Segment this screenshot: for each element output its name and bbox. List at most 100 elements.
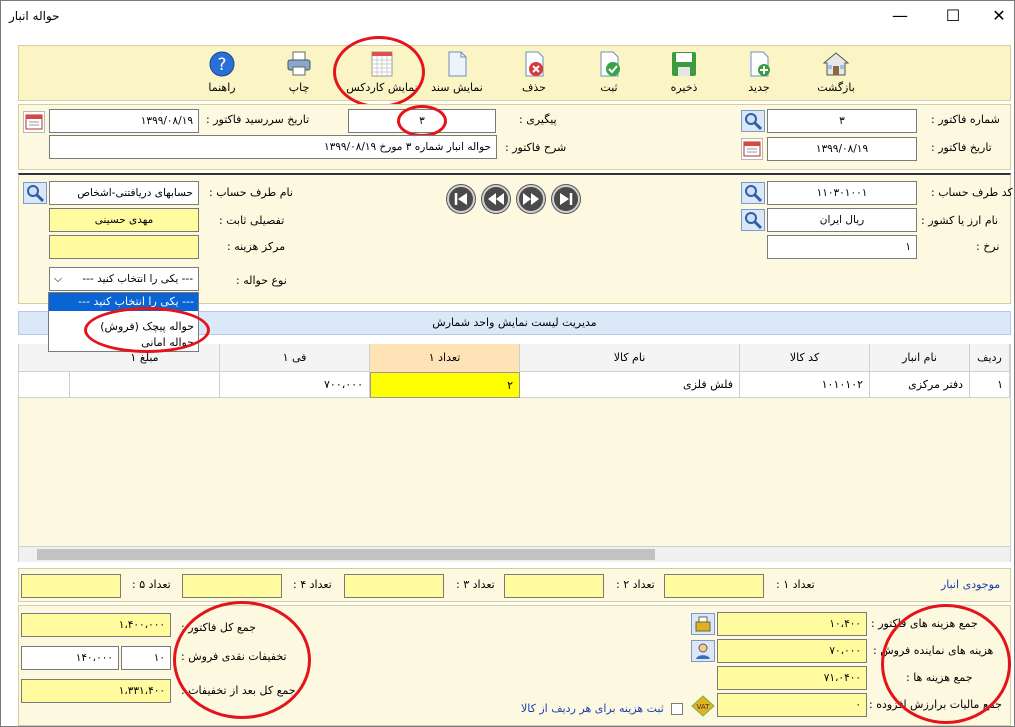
last-record-button[interactable] xyxy=(552,185,580,213)
check-document-icon xyxy=(600,51,620,77)
floppy-disk-icon xyxy=(672,52,696,76)
due-date-field[interactable]: ۱۳۹۹/۰۸/۱۹ xyxy=(49,109,199,133)
vat-field[interactable]: ۰ xyxy=(717,693,867,717)
item-name-cell[interactable]: فلش فلزی xyxy=(520,372,740,398)
unit-price-cell[interactable]: ۷۰۰،۰۰۰ xyxy=(220,372,370,398)
svg-text:?: ? xyxy=(217,55,226,75)
invoice-costs-field[interactable]: ۱۰،۴۰۰ xyxy=(717,612,867,636)
first-record-button[interactable] xyxy=(447,185,475,213)
detail-field[interactable]: مهدی حسینی xyxy=(49,208,199,232)
discount-percent-field[interactable]: ۱۰ xyxy=(121,646,171,670)
search-icon xyxy=(745,212,763,230)
row-number-cell[interactable]: ۱ xyxy=(970,372,1010,398)
scrollbar-thumb[interactable] xyxy=(37,549,655,560)
rate-field[interactable]: ۱ xyxy=(767,235,917,259)
help-label: راهنما xyxy=(208,81,236,94)
discount-amount-field[interactable]: ۱۴۰،۰۰۰ xyxy=(21,646,119,670)
register-button[interactable]: ثبت xyxy=(584,48,634,98)
annotation-circle xyxy=(881,604,1011,724)
warehouse-cell[interactable]: دفتر مرکزی xyxy=(870,372,970,398)
invoice-date-field[interactable]: ۱۳۹۹/۰۸/۱۹ xyxy=(767,137,917,161)
search-icon xyxy=(745,185,763,203)
party-code-label: کد طرف حساب : xyxy=(931,186,1013,199)
calendar-icon xyxy=(743,141,761,157)
search-button[interactable] xyxy=(741,209,765,231)
toolbar: بازگشت جدید ذخیره ثبت حذف نمایش سند نمای… xyxy=(18,45,1011,101)
cost-center-field[interactable] xyxy=(49,235,199,259)
svg-text:VAT: VAT xyxy=(697,703,711,711)
total-costs-field[interactable]: ۷۱،۰۴۰۰ xyxy=(717,666,867,690)
column-header[interactable]: کد کالا xyxy=(740,344,870,372)
agent-costs-field[interactable]: ۷۰،۰۰۰ xyxy=(717,639,867,663)
vat-button[interactable]: VAT xyxy=(691,695,715,717)
party-name-field[interactable]: حسابهای دریافتنی-اشخاص xyxy=(49,181,199,205)
annotation-circle xyxy=(84,307,210,353)
help-icon: ? xyxy=(209,51,235,77)
quantity-cell[interactable]: ۲ xyxy=(370,372,520,398)
invoice-no-field[interactable]: ۳ xyxy=(767,109,917,133)
delete-label: حذف xyxy=(522,81,546,94)
agent-button[interactable] xyxy=(691,640,715,662)
first-icon xyxy=(454,193,467,205)
new-button[interactable]: جدید xyxy=(734,48,784,98)
last-icon xyxy=(560,193,573,205)
cost-center-label: مرکز هزینه : xyxy=(227,240,286,253)
close-button[interactable]: ✕ xyxy=(976,1,1014,31)
extra-cell[interactable] xyxy=(19,372,70,398)
search-button[interactable] xyxy=(741,110,765,132)
save-button[interactable]: ذخیره xyxy=(659,48,709,98)
print-label: چاپ xyxy=(288,81,310,94)
home-icon xyxy=(822,52,850,76)
printer-icon xyxy=(287,51,311,76)
column-header[interactable]: نام کالا xyxy=(520,344,740,372)
delete-button[interactable]: حذف xyxy=(509,48,559,98)
qty3-field[interactable] xyxy=(344,574,444,598)
qty5-field[interactable] xyxy=(21,574,121,598)
calendar-icon xyxy=(25,114,43,130)
rewind-icon xyxy=(488,193,504,205)
qty1-field[interactable] xyxy=(664,574,764,598)
column-header[interactable]: فی ۱ xyxy=(220,344,370,372)
annotation-circle xyxy=(397,105,447,137)
previous-record-button[interactable] xyxy=(482,185,510,213)
item-code-cell[interactable]: ۱۰۱۰۱۰۲ xyxy=(740,372,870,398)
horizontal-scrollbar[interactable] xyxy=(19,546,1010,562)
rate-label: نرخ : xyxy=(976,240,1000,253)
invoice-no-label: شماره فاکتور : xyxy=(931,113,1000,126)
back-button[interactable]: بازگشت xyxy=(809,48,863,98)
show-doc-label: نمایش سند xyxy=(431,81,483,94)
maximize-button[interactable]: ☐ xyxy=(930,1,976,31)
show-doc-button[interactable]: نمایش سند xyxy=(424,48,490,98)
party-name-label: نام طرف حساب : xyxy=(209,186,293,199)
currency-field[interactable]: ریال ایران xyxy=(767,208,917,232)
search-button[interactable] xyxy=(741,182,765,204)
next-record-button[interactable] xyxy=(517,185,545,213)
search-button[interactable] xyxy=(23,182,47,204)
transfer-type-label: نوع حواله : xyxy=(236,274,287,287)
column-header[interactable]: ردیف xyxy=(970,344,1010,372)
help-button[interactable]: ? راهنما xyxy=(197,48,247,98)
window: حواله انبار — ☐ ✕ بازگشت جدید ذخیره ثبت … xyxy=(0,0,1015,727)
per-row-checkbox[interactable] xyxy=(671,703,683,715)
transfer-type-select[interactable]: --- یکی را انتخاب کنید --- ⌵ xyxy=(49,267,199,291)
party-code-field[interactable]: ۱۱۰۳۰۱۰۰۱ xyxy=(767,181,917,205)
invoice-total-field[interactable]: ۱،۴۰۰،۰۰۰ xyxy=(21,613,171,637)
amount-cell[interactable] xyxy=(70,372,220,398)
annotation-circle xyxy=(333,36,425,108)
per-row-label: ثبت هزینه برای هر ردیف از کالا xyxy=(521,702,664,715)
qty2-field[interactable] xyxy=(504,574,604,598)
delete-document-icon xyxy=(525,51,544,77)
calendar-button[interactable] xyxy=(741,138,763,160)
calendar-button[interactable] xyxy=(23,111,45,133)
description-field[interactable]: حواله انبار شماره ۳ مورخ ۱۳۹۹/۰۸/۱۹ xyxy=(49,135,497,159)
currency-label: نام ارز یا کشور : xyxy=(921,214,999,227)
costs-button[interactable] xyxy=(691,613,715,635)
column-header[interactable]: تعداد ۱ xyxy=(370,344,520,372)
after-discount-field[interactable]: ۱،۳۳۱،۴۰۰ xyxy=(21,679,171,703)
qty2-label: تعداد ۲ : xyxy=(616,578,655,591)
qty5-label: تعداد ۵ : xyxy=(132,578,171,591)
column-header[interactable]: نام انبار xyxy=(870,344,970,372)
qty4-field[interactable] xyxy=(182,574,282,598)
print-button[interactable]: چاپ xyxy=(274,48,324,98)
minimize-button[interactable]: — xyxy=(877,1,923,31)
